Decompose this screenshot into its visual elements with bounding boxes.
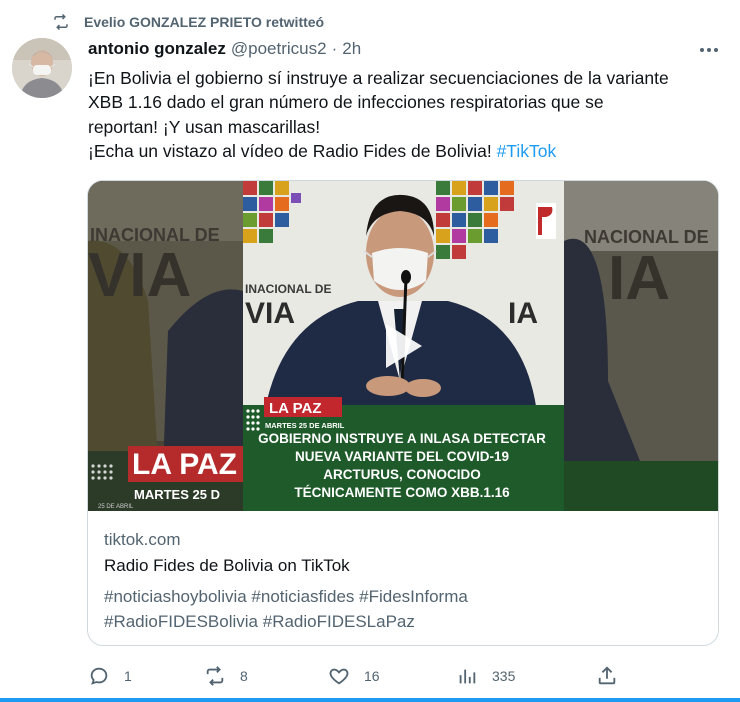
like-icon [329, 668, 349, 685]
lower-third-line: ARCTURUS, CONOCIDO [323, 467, 481, 482]
reply-button[interactable]: 1 [88, 665, 132, 687]
reply-icon [90, 667, 108, 685]
video-thumbnail[interactable]: INACIONAL DE VIA NACIONAL DE IA LA PAZ M… [88, 181, 718, 511]
lower-third-city: LA PAZ [269, 400, 322, 417]
hashtag-link[interactable]: #TikTok [497, 141, 557, 161]
card-title: Radio Fides de Bolivia on TikTok [104, 556, 350, 575]
tweet[interactable]: Evelio GONZALEZ PRIETO retwitteó antonio… [0, 0, 740, 702]
views-icon [459, 669, 476, 684]
bg-left-big: VIA [88, 241, 191, 310]
retweet-icon [206, 666, 224, 686]
action-bar: 1 8 16 335 [88, 662, 648, 690]
lower-third-line: GOBIERNO INSTRUYE A INLASA DETECTAR [258, 431, 546, 446]
corner-stamp: 25 DE ABRIL [98, 504, 134, 510]
tweet-line: XBB 1.16 dado el gran número de infeccio… [88, 92, 604, 113]
like-button[interactable]: 16 [328, 665, 380, 687]
more-icon[interactable] [694, 38, 724, 62]
center-big-left: VIA [245, 297, 295, 330]
separator-dot: · [331, 39, 338, 58]
center-big-right: IA [508, 297, 538, 330]
lower-third-date: MARTES 25 DE ABRIL [265, 421, 345, 430]
lower-third-line: TÉCNICAMENTE COMO XBB.1.16 [294, 485, 510, 500]
retweet-context: Evelio GONZALEZ PRIETO retwitteó [52, 12, 324, 32]
tweet-line-text: ¡Echa un vistazo al vídeo de Radio Fides… [88, 140, 492, 161]
author-name[interactable]: antonio gonzalez [88, 39, 226, 59]
retweet-count: 8 [240, 668, 248, 684]
play-icon[interactable] [382, 320, 426, 372]
avatar[interactable] [12, 38, 72, 98]
author-handle[interactable]: @poetricus2 [231, 39, 327, 59]
reply-count: 1 [124, 668, 132, 684]
card-domain: tiktok.com [104, 530, 181, 549]
tweet-header: antonio gonzalez @poetricus2 · 2h [88, 38, 361, 60]
card-desc-line: #RadioFIDESBolivia #RadioFIDESLaPaz [104, 612, 415, 631]
tweet-line: ¡En Bolivia el gobierno sí instruye a re… [88, 68, 669, 88]
retweet-icon [54, 13, 68, 31]
share-icon [598, 666, 616, 685]
card-meta[interactable]: tiktok.com Radio Fides de Bolivia on Tik… [88, 512, 718, 645]
share-button[interactable] [596, 665, 618, 687]
bg-right-big: IA [608, 244, 670, 313]
views-count: 335 [492, 668, 516, 684]
retweet-label[interactable]: Evelio GONZALEZ PRIETO retwitteó [84, 14, 324, 30]
retweet-button[interactable]: 8 [204, 665, 248, 687]
card-desc-line: #noticiashoybolivia #noticiasfides #Fide… [104, 587, 468, 606]
card-description: #noticiashoybolivia #noticiasfides #Fide… [104, 584, 704, 634]
views-button[interactable]: 335 [456, 665, 515, 687]
bg-lapaz: LA PAZ [132, 448, 237, 481]
tweet-text: ¡En Bolivia el gobierno sí instruye a re… [88, 66, 728, 163]
like-count: 16 [364, 668, 380, 684]
timestamp[interactable]: 2h [342, 39, 361, 59]
tweet-line: reportan! ¡Y usan mascarillas! [88, 116, 321, 137]
tweet-line: ¡Echa un vistazo al vídeo de Radio Fides… [88, 139, 728, 163]
center-institution: INACIONAL DE [245, 282, 331, 296]
bottom-accent-bar [0, 698, 740, 702]
link-card[interactable]: INACIONAL DE VIA NACIONAL DE IA LA PAZ M… [87, 180, 719, 646]
lower-third-line: NUEVA VARIANTE DEL COVID-19 [295, 449, 509, 464]
bg-martes: MARTES 25 D [134, 487, 220, 502]
